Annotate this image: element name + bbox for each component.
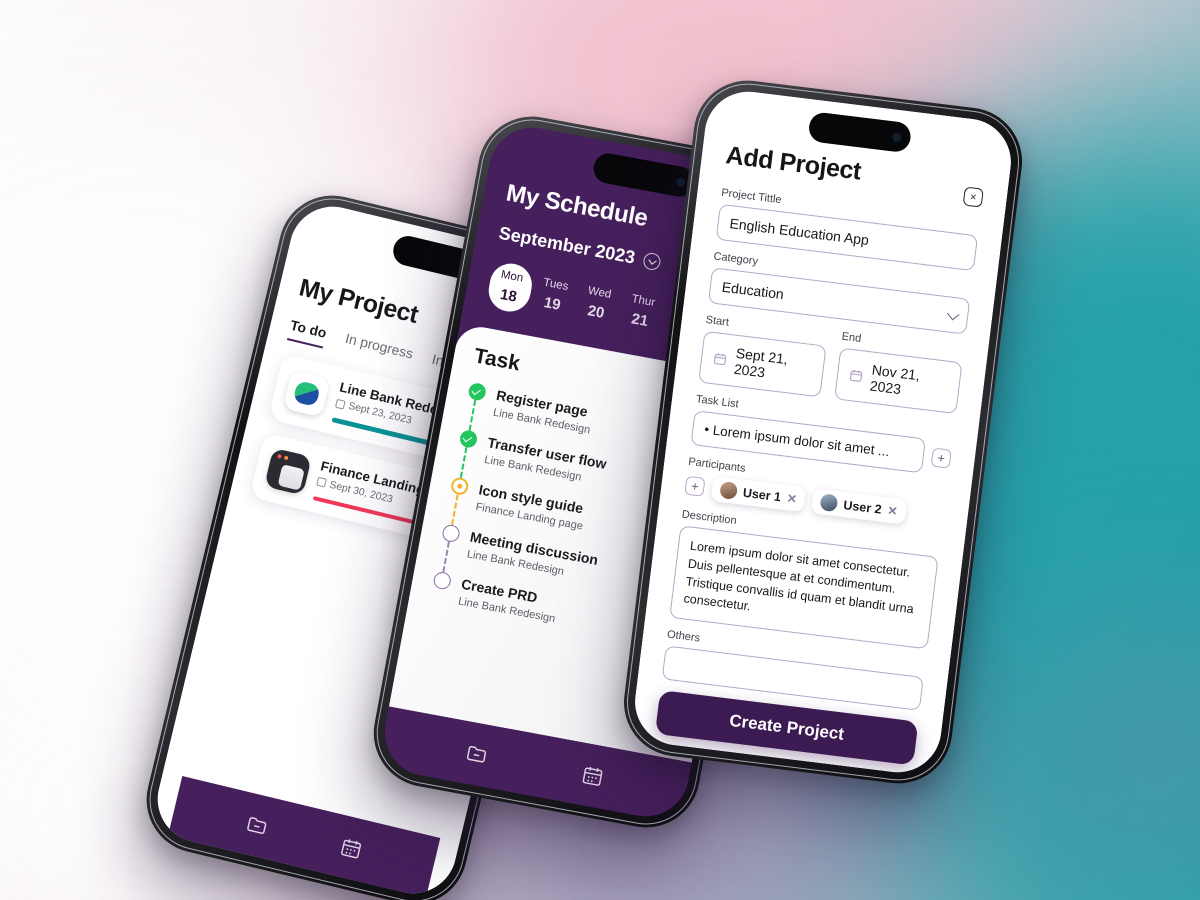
remove-participant-icon[interactable]: ✕ (786, 491, 798, 506)
month-label: September 2023 (497, 222, 637, 268)
avatar (719, 480, 739, 500)
day-number: 19 (542, 294, 563, 314)
day-number: 20 (586, 302, 606, 322)
empty-circle-icon (431, 570, 452, 591)
check-circle-icon (458, 428, 478, 449)
mockup-stage: My Project Add Proj To do In progress In… (0, 0, 1200, 900)
participant-name: User 1 (742, 485, 782, 504)
close-icon[interactable]: × (962, 186, 984, 208)
chevron-down-icon (947, 307, 960, 320)
add-participant-button[interactable]: + (684, 475, 706, 497)
line-bank-app-icon (282, 369, 331, 418)
calendar-icon (335, 398, 346, 410)
start-date-input[interactable]: Sept 21, 2023 (698, 330, 827, 398)
page-title: Add Project (724, 141, 863, 186)
day-name: Mon (499, 268, 525, 285)
add-task-button[interactable]: + (930, 447, 952, 469)
day-item-tues[interactable]: Tues 19 (529, 268, 579, 323)
folder-icon[interactable] (243, 812, 271, 839)
participant-name: User 2 (842, 497, 883, 517)
day-number: 18 (498, 286, 519, 306)
calendar-icon (849, 370, 863, 382)
remove-participant-icon[interactable]: ✕ (887, 503, 899, 518)
empty-circle-icon (440, 523, 461, 544)
end-date-value: Nov 21, 2023 (869, 361, 921, 398)
day-name: Wed (586, 284, 613, 301)
day-name: Tues (542, 276, 570, 294)
end-date-input[interactable]: Nov 21, 2023 (834, 347, 963, 415)
finance-chart-icon (264, 447, 312, 496)
tab-in-progress[interactable]: In progress (342, 330, 415, 369)
page-title: My Schedule (504, 179, 650, 233)
folder-icon[interactable] (463, 741, 491, 767)
day-name: Thur (630, 292, 657, 310)
in-progress-circle-icon (449, 476, 470, 496)
participant-chip[interactable]: User 2 ✕ (811, 488, 907, 525)
calendar-icon[interactable] (579, 763, 607, 789)
day-item-mon[interactable]: Mon 18 (485, 260, 535, 315)
day-number: 21 (630, 310, 650, 331)
calendar-icon (316, 476, 327, 488)
tab-to-do[interactable]: To do (286, 316, 329, 349)
check-circle-icon (466, 381, 487, 402)
participant-chip[interactable]: User 1 ✕ (710, 476, 807, 513)
start-date-value: Sept 21, 2023 (733, 344, 789, 381)
calendar-icon[interactable] (337, 835, 365, 862)
screen-add-project: Add Project × Project Tittle English Edu… (630, 86, 1016, 778)
day-item-wed[interactable]: Wed 20 (573, 276, 623, 331)
category-value: Education (720, 278, 785, 303)
day-item-thur[interactable]: Thur 21 (617, 284, 667, 339)
avatar (819, 493, 839, 513)
chevron-down-circle-icon[interactable] (642, 251, 662, 272)
calendar-icon (713, 353, 727, 366)
